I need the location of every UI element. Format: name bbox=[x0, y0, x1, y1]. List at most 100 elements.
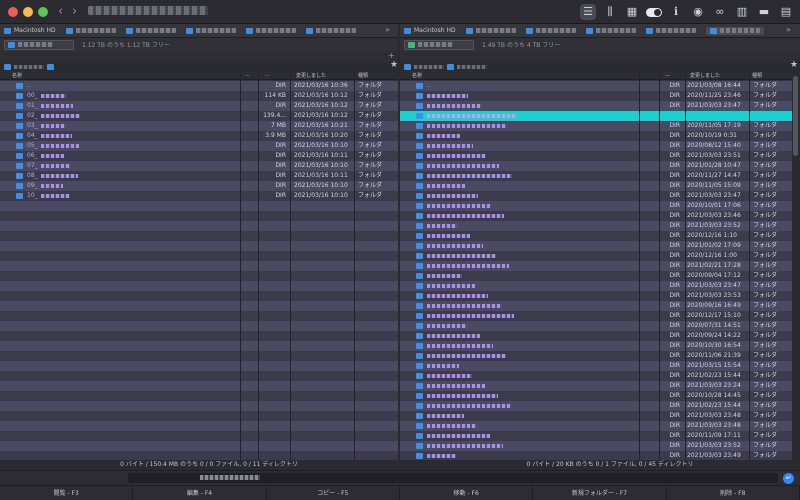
minimize-window-button[interactable] bbox=[23, 7, 33, 17]
file-row[interactable]: DIR 2021/02/23 15:44 フォルダ bbox=[400, 401, 792, 411]
add-icon[interactable]: + bbox=[388, 51, 395, 60]
path-segment[interactable] bbox=[14, 64, 44, 69]
file-row[interactable]: .. DIR 2021/03/16 10:36 フォルダ bbox=[0, 81, 398, 91]
forward-icon[interactable]: › bbox=[72, 4, 77, 20]
path-segment[interactable] bbox=[457, 64, 487, 69]
file-row[interactable]: DIR 2021/03/03 23:47 フォルダ bbox=[400, 191, 792, 201]
file-row[interactable]: DIR 2020/11/25 23:46 フォルダ bbox=[400, 91, 792, 101]
column-kind[interactable]: 種類 bbox=[358, 72, 368, 79]
file-row[interactable]: 01_ DIR 2021/03/16 10:12 フォルダ bbox=[0, 101, 398, 111]
file-row[interactable]: 03_ 7 MB 2021/03/16 10:21 フォルダ bbox=[0, 121, 398, 131]
file-row[interactable]: DIR 2020/12/16 1:10 フォルダ bbox=[400, 231, 792, 241]
right-volume-selector[interactable] bbox=[404, 39, 474, 50]
fkey-1-button[interactable]: 閲覧 - F3 bbox=[0, 486, 134, 500]
path-segment[interactable] bbox=[414, 64, 444, 69]
file-row[interactable]: 02_ 139.4... 2021/03/16 10:12 フォルダ bbox=[0, 111, 398, 121]
left-favorite-icon[interactable]: ★ bbox=[390, 60, 398, 70]
file-row[interactable] bbox=[400, 111, 792, 121]
file-row[interactable]: DIR 2021/03/03 23:46 フォルダ bbox=[400, 211, 792, 221]
file-row[interactable]: 07_ DIR 2021/03/16 10:10 フォルダ bbox=[0, 161, 398, 171]
right-file-pane[interactable]: 名称 ... ... 変更しました 種類 .. DIR 2021/03/08 16:… bbox=[400, 71, 792, 460]
file-row[interactable]: DIR 2021/03/03 23:49 フォルダ bbox=[400, 451, 792, 460]
file-row[interactable]: DIR 2020/10/19 0:31 フォルダ bbox=[400, 131, 792, 141]
file-row[interactable]: DIR 2021/03/03 23:24 フォルダ bbox=[400, 381, 792, 391]
file-row[interactable]: DIR 2020/12/16 1:00 フォルダ bbox=[400, 251, 792, 261]
info-icon[interactable]: ℹ bbox=[668, 4, 684, 20]
file-row[interactable]: DIR 2020/11/27 14:47 フォルダ bbox=[400, 171, 792, 181]
column-ext[interactable]: ... bbox=[245, 72, 250, 78]
file-row[interactable]: 09_ DIR 2021/03/16 10:10 フォルダ bbox=[0, 181, 398, 191]
tab-3[interactable] bbox=[125, 27, 176, 34]
column-kind[interactable]: 種類 bbox=[752, 72, 762, 79]
file-row[interactable]: DIR 2020/10/01 17:06 フォルダ bbox=[400, 201, 792, 211]
file-row[interactable]: 00_ 114 KB 2021/03/16 10:12 フォルダ bbox=[0, 91, 398, 101]
sidebar-icon[interactable]: ▤ bbox=[778, 4, 794, 20]
file-row[interactable]: DIR 2020/10/30 16:54 フォルダ bbox=[400, 341, 792, 351]
file-row[interactable]: DIR 2021/03/03 23:52 フォルダ bbox=[400, 441, 792, 451]
file-row[interactable]: 08_ DIR 2021/03/16 10:11 フォルダ bbox=[0, 171, 398, 181]
file-row[interactable]: 06_ DIR 2021/03/16 10:11 フォルダ bbox=[0, 151, 398, 161]
right-tabs-overflow-icon[interactable]: » bbox=[786, 25, 791, 34]
left-volume-selector[interactable] bbox=[4, 39, 74, 50]
file-row[interactable]: DIR 2021/01/28 10:47 フォルダ bbox=[400, 161, 792, 171]
right-scrollbar[interactable] bbox=[793, 76, 798, 156]
file-row[interactable]: DIR 2021/02/21 17:28 フォルダ bbox=[400, 261, 792, 271]
fkey-3-button[interactable]: コピー - F5 bbox=[267, 486, 400, 500]
file-row[interactable]: DIR 2020/09/24 14:22 フォルダ bbox=[400, 331, 792, 341]
tab-2[interactable] bbox=[465, 27, 516, 34]
tab-1[interactable]: Macintosh HD bbox=[4, 27, 56, 34]
tab-6[interactable] bbox=[705, 26, 764, 35]
column-date[interactable]: 変更しました bbox=[690, 72, 720, 79]
fkey-2-button[interactable]: 編集 - F4 bbox=[133, 486, 267, 500]
column-date[interactable]: 変更しました bbox=[296, 72, 326, 79]
panels-icon[interactable]: ▥ bbox=[734, 4, 750, 20]
file-row[interactable]: DIR 2021/01/02 17:09 フォルダ bbox=[400, 241, 792, 251]
fkey-6-button[interactable]: 削除 - F8 bbox=[667, 486, 800, 500]
fkey-5-button[interactable]: 新規フォルダー - F7 bbox=[533, 486, 667, 500]
file-row[interactable]: DIR 2020/08/12 15:40 フォルダ bbox=[400, 141, 792, 151]
right-favorite-icon[interactable]: ★ bbox=[790, 60, 798, 70]
file-row[interactable]: DIR 2021/03/15 15:54 フォルダ bbox=[400, 361, 792, 371]
tab-6[interactable] bbox=[305, 27, 356, 34]
file-row[interactable]: DIR 2020/10/28 14:45 フォルダ bbox=[400, 391, 792, 401]
folder-icon[interactable]: ▬ bbox=[756, 4, 772, 20]
file-row[interactable]: DIR 2020/11/06 21:39 フォルダ bbox=[400, 351, 792, 361]
column-size[interactable]: ... bbox=[665, 72, 670, 78]
list-view-icon[interactable]: ☰ bbox=[580, 4, 596, 20]
columns-view-icon[interactable]: ⫼ bbox=[602, 4, 618, 20]
back-icon[interactable]: ‹ bbox=[58, 4, 63, 20]
tab-5[interactable] bbox=[245, 27, 296, 34]
file-row[interactable]: DIR 2021/03/03 23:47 フォルダ bbox=[400, 101, 792, 111]
tab-3[interactable] bbox=[525, 27, 576, 34]
eye-icon[interactable]: ◉ bbox=[690, 4, 706, 20]
file-row[interactable]: DIR 2020/12/17 15:10 フォルダ bbox=[400, 311, 792, 321]
file-row[interactable]: 10_ DIR 2021/03/16 10:10 フォルダ bbox=[0, 191, 398, 201]
tab-1[interactable]: Macintosh HD bbox=[404, 27, 456, 34]
left-file-pane[interactable]: 名称 ... ... 変更しました 種類 .. DIR 2021/03/16 10:… bbox=[0, 71, 398, 460]
file-row[interactable]: .. DIR 2021/03/08 16:44 フォルダ bbox=[400, 81, 792, 91]
tab-4[interactable] bbox=[185, 27, 236, 34]
binoculars-icon[interactable]: ∞ bbox=[712, 4, 728, 20]
file-row[interactable]: DIR 2021/02/23 15:44 フォルダ bbox=[400, 371, 792, 381]
close-window-button[interactable] bbox=[8, 7, 18, 17]
zoom-window-button[interactable] bbox=[38, 7, 48, 17]
file-row[interactable]: 05_ DIR 2021/03/16 10:10 フォルダ bbox=[0, 141, 398, 151]
file-row[interactable]: DIR 2021/03/03 23:52 フォルダ bbox=[400, 221, 792, 231]
tab-2[interactable] bbox=[65, 27, 116, 34]
fkey-4-button[interactable]: 移動 - F6 bbox=[400, 486, 534, 500]
toggle-switch-icon[interactable] bbox=[646, 7, 662, 17]
grid-view-icon[interactable]: ▦ bbox=[624, 4, 640, 20]
file-row[interactable]: DIR 2020/11/05 17:19 フォルダ bbox=[400, 121, 792, 131]
file-row[interactable]: DIR 2020/09/04 17:12 フォルダ bbox=[400, 271, 792, 281]
tab-5[interactable] bbox=[645, 27, 696, 34]
file-row[interactable]: DIR 2021/03/03 23:47 フォルダ bbox=[400, 281, 792, 291]
tab-4[interactable] bbox=[585, 27, 636, 34]
file-row[interactable]: DIR 2020/07/31 14:51 フォルダ bbox=[400, 321, 792, 331]
left-tabs-overflow-icon[interactable]: » bbox=[385, 25, 390, 34]
file-row[interactable]: DIR 2021/03/03 23:48 フォルダ bbox=[400, 411, 792, 421]
file-row[interactable]: DIR 2021/03/03 23:48 フォルダ bbox=[400, 421, 792, 431]
file-row[interactable]: DIR 2020/11/05 15:09 フォルダ bbox=[400, 181, 792, 191]
file-row[interactable]: DIR 2020/11/09 17:11 フォルダ bbox=[400, 431, 792, 441]
file-row[interactable]: DIR 2021/03/03 23:51 フォルダ bbox=[400, 151, 792, 161]
file-row[interactable]: DIR 2021/03/03 23:53 フォルダ bbox=[400, 291, 792, 301]
